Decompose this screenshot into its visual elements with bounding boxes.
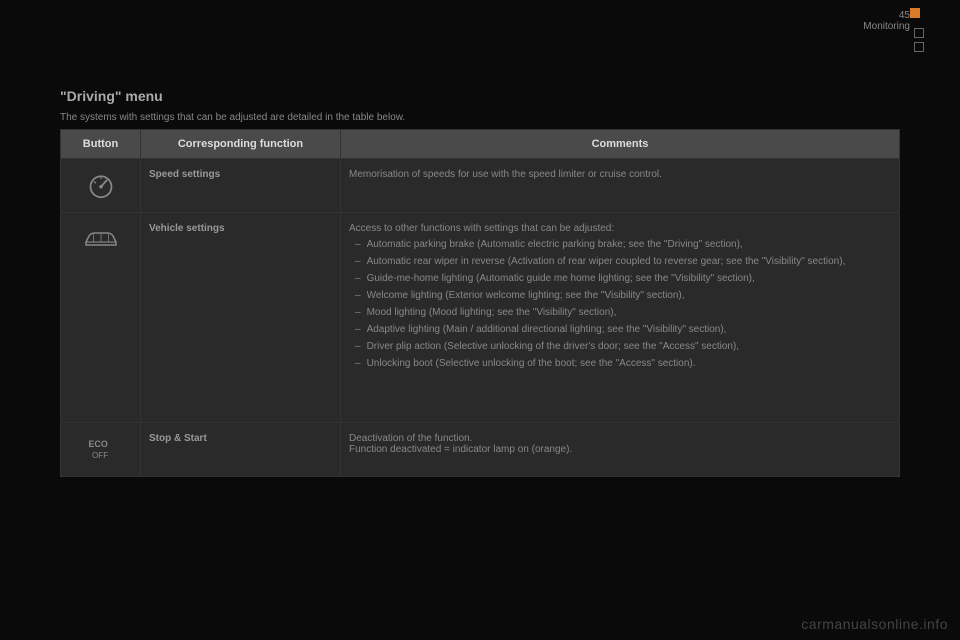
comments-intro: Access to other functions with settings … (349, 223, 891, 234)
list-item: Unlocking boot (Selective unlocking of t… (349, 357, 891, 371)
th-button: Button (61, 130, 141, 159)
menu-title: "Driving" menu (60, 88, 900, 104)
function-cell: Stop & Start (141, 423, 341, 477)
icon-cell (61, 213, 141, 423)
list-item: Automatic rear wiper in reverse (Activat… (349, 255, 891, 269)
icon-cell: ECO OFF (61, 423, 141, 477)
watermark: carmanualsonline.info (801, 616, 948, 632)
page-header: 45 Monitoring (863, 10, 910, 32)
side-tabs (914, 28, 924, 56)
list-item: Adaptive lighting (Main / additional dir… (349, 323, 891, 337)
svg-text:OFF: OFF (92, 451, 108, 460)
side-tab-box (914, 42, 924, 52)
side-tab-box (914, 28, 924, 38)
intro-text: The systems with settings that can be ad… (60, 112, 900, 123)
comments-cell: Access to other functions with settings … (341, 213, 900, 423)
list-item: Welcome lighting (Exterior welcome light… (349, 289, 891, 303)
list-item: Guide-me-home lighting (Automatic guide … (349, 272, 891, 286)
list-item: Automatic parking brake (Automatic elect… (349, 238, 891, 252)
comments-cell: Memorisation of speeds for use with the … (341, 159, 900, 213)
comments-line: Function deactivated = indicator lamp on… (349, 444, 891, 455)
table-row: ECO OFF Stop & Start Deactivation of the… (61, 423, 900, 477)
eco-off-icon: ECO OFF (83, 435, 119, 463)
page-number: 45 (863, 10, 910, 21)
svg-text:ECO: ECO (88, 439, 108, 449)
section-name: Monitoring (863, 21, 910, 32)
th-function: Corresponding function (141, 130, 341, 159)
function-cell: Speed settings (141, 159, 341, 213)
settings-table: Button Corresponding function Comments S… (60, 129, 900, 477)
speedometer-icon (83, 171, 119, 199)
settings-list: Automatic parking brake (Automatic elect… (349, 238, 891, 371)
function-cell: Vehicle settings (141, 213, 341, 423)
table-row: Speed settings Memorisation of speeds fo… (61, 159, 900, 213)
th-comments: Comments (341, 130, 900, 159)
page-content: "Driving" menu The systems with settings… (0, 0, 960, 497)
list-item: Driver plip action (Selective unlocking … (349, 340, 891, 354)
icon-cell (61, 159, 141, 213)
comments-cell: Deactivation of the function. Function d… (341, 423, 900, 477)
corner-tab (910, 8, 920, 18)
comments-line: Deactivation of the function. (349, 433, 891, 444)
car-icon (83, 225, 119, 253)
list-item: Mood lighting (Mood lighting; see the "V… (349, 306, 891, 320)
table-row: Vehicle settings Access to other functio… (61, 213, 900, 423)
